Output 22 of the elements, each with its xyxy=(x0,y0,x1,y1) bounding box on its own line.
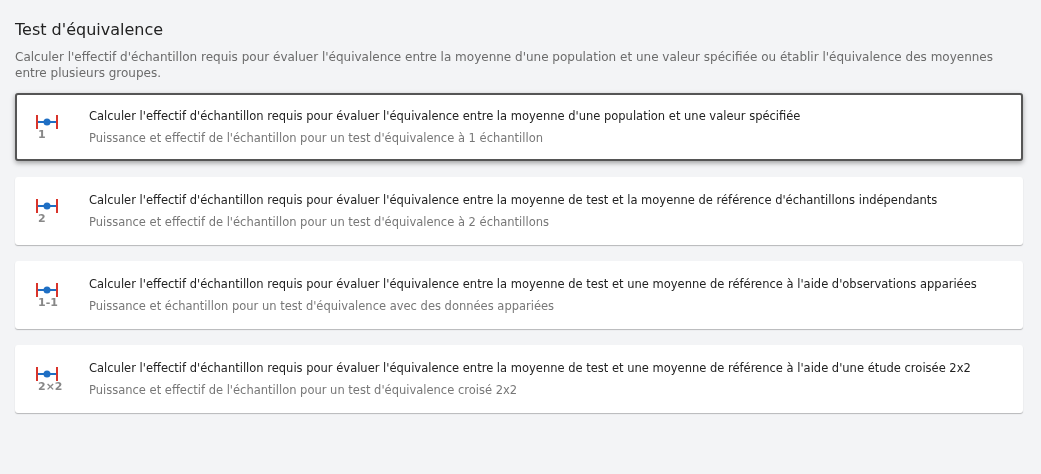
option-card[interactable] xyxy=(15,345,1023,413)
icon-label: 2 xyxy=(38,212,46,224)
option-title: Calculer l'effectif d'échantillon requis pour évaluer l'équivalence entre la moyenne de test et la moyenne de référence d'échantillons indépendants xyxy=(89,192,938,208)
interval-icon xyxy=(35,114,59,129)
interval-icon xyxy=(35,366,59,381)
option-subtitle: Puissance et effectif de l'échantillon pour un test d'équivalence à 1 échantillon xyxy=(89,130,544,146)
option-card[interactable] xyxy=(15,93,1023,161)
option-subtitle: Puissance et effectif de l'échantillon pour un test d'équivalence croisé 2x2 xyxy=(89,382,519,398)
page-title: Test d'équivalence xyxy=(15,20,165,39)
option-title: Calculer l'effectif d'échantillon requis pour évaluer l'équivalence entre la moyenne d'une population et une valeur spécifiée xyxy=(89,108,801,124)
option-card[interactable] xyxy=(15,261,1023,329)
option-subtitle: Puissance et échantillon pour un test d'équivalence avec des données appariées xyxy=(89,298,556,314)
interval-icon xyxy=(35,282,59,297)
option-subtitle: Puissance et effectif de l'échantillon pour un test d'équivalence à 2 échantillons xyxy=(89,214,550,230)
icon-label: 1-1 xyxy=(38,296,58,308)
icon-label: 1 xyxy=(38,128,46,140)
page-description: Calculer l'effectif d'échantillon requis pour évaluer l'équivalence entre la moyenne d'une population et une valeur spécifiée ou établir l'équivalence des moyennes entre plusieurs groupes. xyxy=(15,49,994,81)
icon-label: 2×2 xyxy=(38,380,63,392)
interval-icon xyxy=(35,198,59,213)
option-title: Calculer l'effectif d'échantillon requis pour évaluer l'équivalence entre la moyenne de test et une moyenne de référence à l'aide d'observations appariées xyxy=(89,276,977,292)
option-title: Calculer l'effectif d'échantillon requis pour évaluer l'équivalence entre la moyenne de test et une moyenne de référence à l'aide d'une étude croisée 2x2 xyxy=(89,360,971,376)
option-card[interactable] xyxy=(15,177,1023,245)
